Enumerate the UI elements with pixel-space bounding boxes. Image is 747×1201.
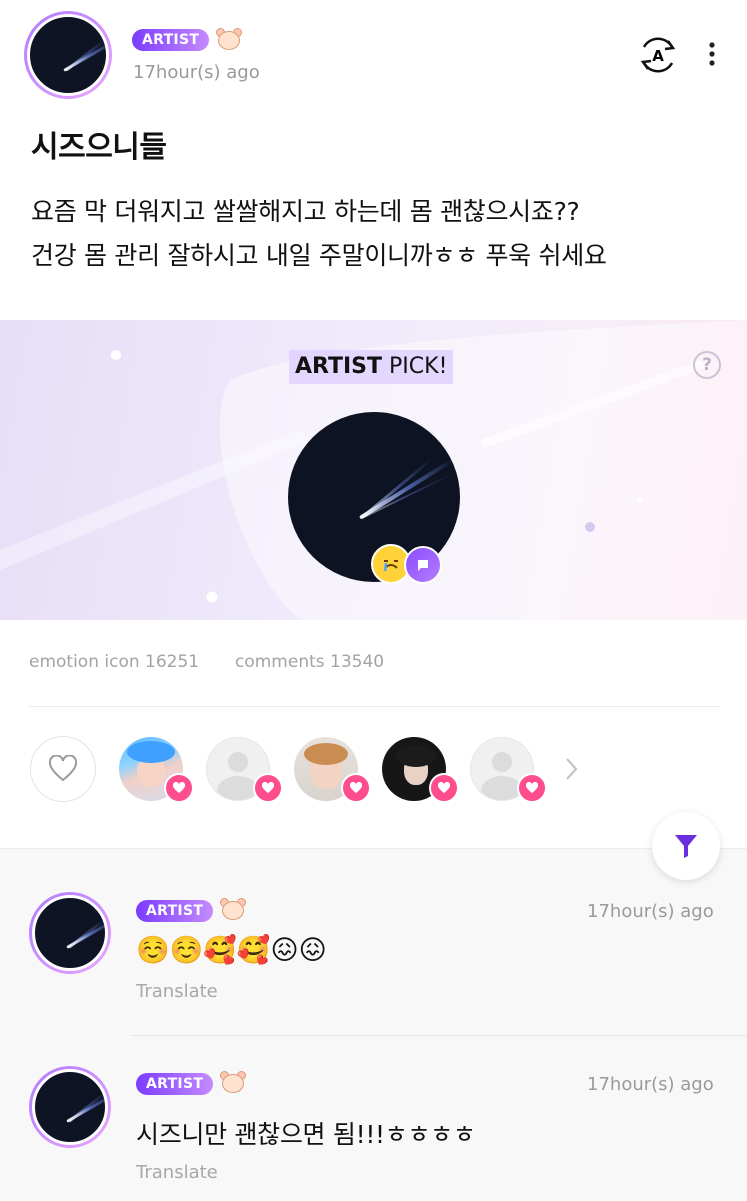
comment-text: ☺️☺️🥰🥰😖😖 xyxy=(136,935,327,966)
comment-text: 시즈니만 괜찮으면 됨!!!ㅎㅎㅎㅎ xyxy=(136,1120,476,1149)
emotion-count[interactable]: emotion icon 16251 xyxy=(29,652,199,672)
comment-divider xyxy=(130,1035,747,1036)
hamster-icon xyxy=(220,898,246,922)
comment-count[interactable]: comments 13540 xyxy=(235,652,384,672)
comment-item: ARTIST 17hour(s) ago 시즈니만 괜찮으면 됨!!!ㅎㅎㅎㅎ … xyxy=(0,1045,747,1200)
reaction-heart-badge xyxy=(341,773,371,803)
comment-time: 17hour(s) ago xyxy=(587,901,714,922)
divider xyxy=(29,706,719,707)
svg-text:A: A xyxy=(652,47,664,65)
artist-badge: ARTIST xyxy=(132,29,210,51)
reaction-heart-badge xyxy=(253,773,283,803)
artist-badge: ARTIST xyxy=(136,1073,214,1095)
post-body-line-1: 요즘 막 더워지고 쌀쌀해지고 하는데 몸 괜찮으시죠?? xyxy=(31,197,580,226)
post-body-line-2: 건강 몸 관리 잘하시고 내일 주말이니까ㅎㅎ 푸욱 쉬세요 xyxy=(31,241,607,270)
artist-badge: ARTIST xyxy=(136,900,214,922)
hamster-icon xyxy=(220,1071,246,1095)
reaction-heart-badge xyxy=(517,773,547,803)
comment-bubble-icon xyxy=(404,546,442,584)
heart-button[interactable] xyxy=(30,736,96,802)
chevron-right-icon[interactable] xyxy=(563,756,579,782)
heart-icon xyxy=(48,755,78,782)
artist-pick-label: ARTIST PICK! xyxy=(289,350,454,384)
comment-time: 17hour(s) ago xyxy=(587,1074,714,1095)
post-time: 17hour(s) ago xyxy=(133,62,260,83)
filter-icon xyxy=(675,835,697,858)
translate-link[interactable]: Translate xyxy=(136,1162,218,1183)
reaction-heart-badge xyxy=(429,773,459,803)
comment-item: ARTIST 17hour(s) ago ☺️☺️🥰🥰😖😖 Translate xyxy=(0,870,747,1035)
artist-pick-banner: ARTIST PICK! ? xyxy=(0,320,747,620)
commenter-avatar[interactable] xyxy=(29,1066,111,1148)
more-vertical-icon[interactable] xyxy=(704,40,720,70)
hamster-icon xyxy=(216,28,242,52)
reaction-heart-badge xyxy=(164,773,194,803)
commenter-avatar[interactable] xyxy=(29,892,111,974)
post-title: 시즈으니들 xyxy=(31,130,167,165)
help-icon[interactable]: ? xyxy=(693,351,721,379)
translate-a-icon[interactable]: A xyxy=(636,35,680,75)
author-avatar[interactable] xyxy=(24,11,112,99)
translate-link[interactable]: Translate xyxy=(136,981,218,1002)
